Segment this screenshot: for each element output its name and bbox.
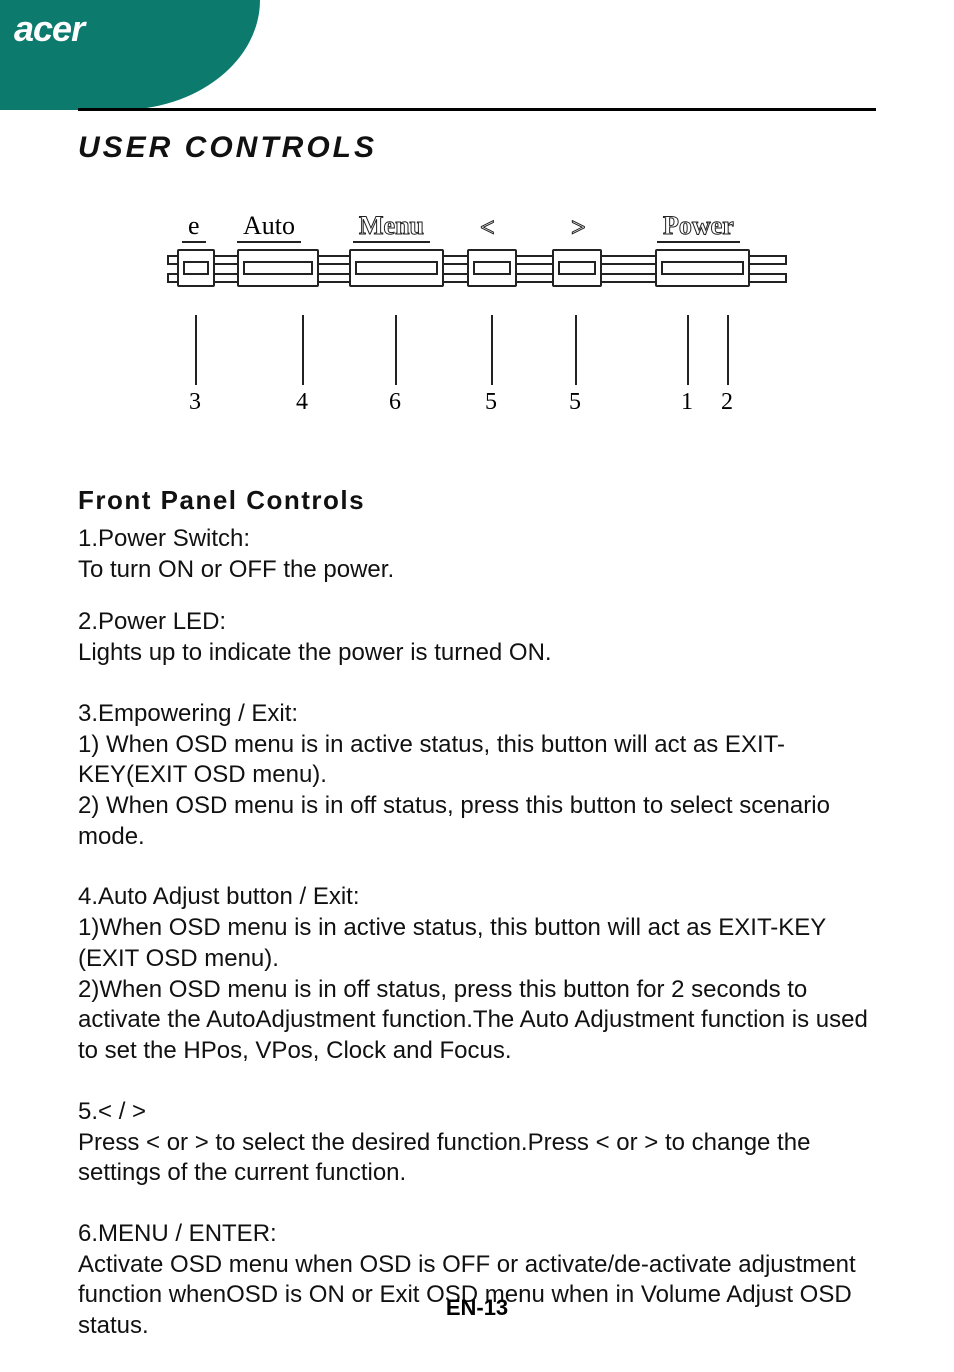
leader-num: 3 — [189, 389, 201, 416]
page-content: USER CONTROLS e Auto Menu < > Power 3 4 — [0, 0, 954, 1372]
diagram-label-power: Power — [657, 212, 740, 243]
item-2: 2.Power LED: Lights up to indicate the p… — [78, 607, 876, 668]
leader-line — [195, 315, 197, 385]
leader-line — [727, 315, 729, 385]
item-title: 4.Auto Adjust button / Exit: — [78, 882, 876, 913]
leader-line — [395, 315, 397, 385]
diagram-label-menu: Menu — [353, 212, 430, 243]
item-line: To turn ON or OFF the power. — [78, 555, 876, 586]
leader-line — [575, 315, 577, 385]
leader-line — [491, 315, 493, 385]
item-4: 4.Auto Adjust button / Exit: 1)When OSD … — [78, 882, 876, 1066]
diagram-button-less — [467, 249, 517, 287]
leader-num: 2 — [721, 389, 733, 416]
top-rule — [78, 108, 876, 111]
item-6: 6.MENU / ENTER: Activate OSD menu when O… — [78, 1219, 876, 1342]
diagram-top-labels: e Auto Menu < > Power — [167, 201, 787, 243]
item-line: 2) When OSD menu is in off status, press… — [78, 791, 876, 852]
subheading: Front Panel Controls — [78, 485, 876, 516]
item-title: 3.Empowering / Exit: — [78, 699, 876, 730]
diagram-button-menu — [349, 249, 444, 287]
item-title: 1.Power Switch: — [78, 524, 876, 555]
item-title: 6.MENU / ENTER: — [78, 1219, 876, 1250]
diagram-label-greater: > — [571, 213, 586, 243]
front-panel-diagram: e Auto Menu < > Power 3 4 6 5 — [167, 201, 787, 415]
diagram-label-e: e — [182, 212, 206, 243]
diagram-button-greater — [552, 249, 602, 287]
leader-num: 4 — [296, 389, 308, 416]
item-line: 1)When OSD menu is in active status, thi… — [78, 913, 876, 974]
diagram-bar — [167, 249, 787, 309]
item-line: 2)When OSD menu is in off status, press … — [78, 975, 876, 1067]
diagram-button-auto — [237, 249, 319, 287]
item-line: Press < or > to select the desired funct… — [78, 1128, 876, 1189]
leader-num: 6 — [389, 389, 401, 416]
leader-num: 5 — [485, 389, 497, 416]
item-title: 2.Power LED: — [78, 607, 876, 638]
diagram-label-less: < — [480, 213, 495, 243]
diagram-leaders: 3 4 6 5 5 1 2 — [167, 315, 787, 415]
diagram-button-power — [655, 249, 750, 287]
item-title: 5.< / > — [78, 1097, 876, 1128]
item-5: 5.< / > Press < or > to select the desir… — [78, 1097, 876, 1189]
item-line: Lights up to indicate the power is turne… — [78, 638, 876, 669]
leader-line — [687, 315, 689, 385]
leader-line — [302, 315, 304, 385]
section-title: USER CONTROLS — [78, 131, 876, 165]
item-3: 3.Empowering / Exit: 1) When OSD menu is… — [78, 699, 876, 853]
leader-num: 1 — [681, 389, 693, 416]
diagram-button-e — [177, 249, 215, 287]
diagram-label-auto: Auto — [237, 212, 301, 243]
item-line: 1) When OSD menu is in active status, th… — [78, 730, 876, 791]
leader-num: 5 — [569, 389, 581, 416]
item-1: 1.Power Switch: To turn ON or OFF the po… — [78, 524, 876, 585]
page-number: EN-13 — [0, 1295, 954, 1321]
